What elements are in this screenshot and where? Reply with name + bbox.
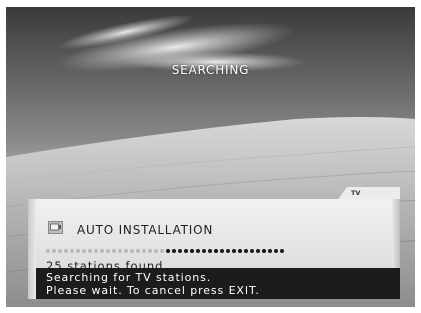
progress-dot [94,249,98,253]
progress-dot [256,249,260,253]
progress-dot [100,249,104,253]
progress-dot [220,249,224,253]
progress-dot [172,249,176,253]
progress-dot [136,249,140,253]
progress-dot [142,249,146,253]
progress-dot [76,249,80,253]
panel-title: AUTO INSTALLATION [77,223,214,237]
search-progress-dots [46,247,284,255]
progress-dot [130,249,134,253]
searching-title: SEARCHING [171,63,250,77]
panel-left-edge [28,199,36,299]
message-line-2: Please wait. To cancel press EXIT. [46,284,260,297]
progress-dot [250,249,254,253]
progress-dot [52,249,56,253]
progress-dot [184,249,188,253]
progress-dot [160,249,164,253]
auto-installation-panel: TV AUTO INSTALLATION 25 stations found S… [28,187,400,299]
progress-dot [190,249,194,253]
tv-tab-label: TV [351,189,361,197]
progress-dot [268,249,272,253]
progress-dot [118,249,122,253]
progress-dot [244,249,248,253]
progress-dot [64,249,68,253]
progress-dot [202,249,206,253]
progress-dot [262,249,266,253]
progress-dot [148,249,152,253]
panel-body: AUTO INSTALLATION 25 stations found [28,199,400,273]
progress-dot [46,249,50,253]
message-bar: Searching for TV stations. Please wait. … [36,268,400,299]
progress-dot [178,249,182,253]
progress-dot [238,249,242,253]
progress-dot [226,249,230,253]
progress-dot [214,249,218,253]
progress-dot [70,249,74,253]
progress-dot [82,249,86,253]
progress-dot [106,249,110,253]
progress-dot [196,249,200,253]
tv-screen: SEARCHING TV AUTO INSTALLATION 25 statio… [6,7,415,307]
progress-dot [124,249,128,253]
progress-dot [232,249,236,253]
tv-set-icon [48,221,63,234]
progress-dot [208,249,212,253]
progress-dot [154,249,158,253]
progress-dot [112,249,116,253]
progress-dot [280,249,284,253]
progress-dot [58,249,62,253]
message-line-1: Searching for TV stations. [46,271,212,284]
progress-dot [166,249,170,253]
progress-dot [274,249,278,253]
progress-dot [88,249,92,253]
